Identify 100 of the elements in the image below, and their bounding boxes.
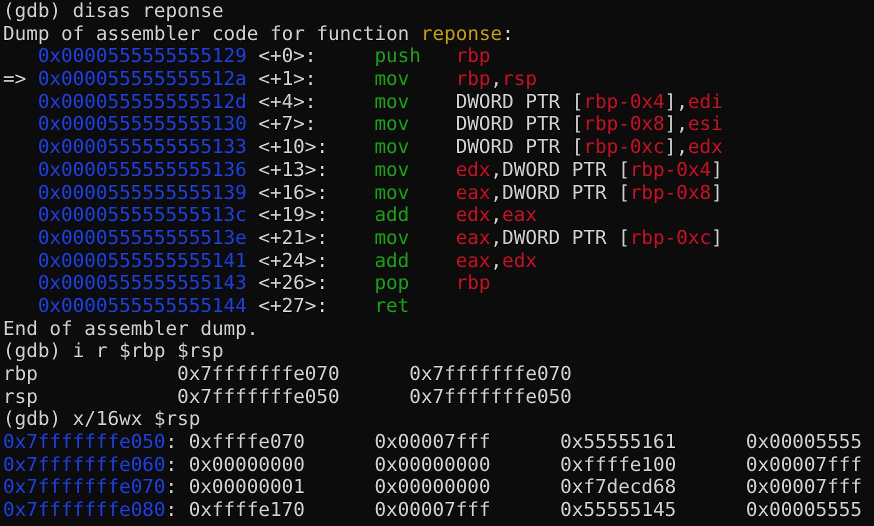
address-text: 0x7fffffffe070 (3, 475, 166, 498)
operand-text: ,DWORD PTR [ (490, 158, 630, 181)
operand-text: ] (711, 180, 723, 204)
operand-text: DWORD PTR [ (456, 135, 584, 158)
memory-word: 0x55555161 (560, 430, 676, 454)
memory-word: 0x00000000 (374, 452, 491, 476)
operand-text: ] (711, 158, 723, 181)
register-value: 0x7fffffffe050 (177, 384, 340, 408)
register-operand: edx (502, 248, 537, 272)
offset-text: <+7>: (258, 112, 316, 136)
offset-text: <+10>: (258, 135, 328, 158)
operand-text: , (490, 248, 502, 272)
terminal-text: (gdb) x/16wx $rsp (3, 407, 200, 430)
address-text: 0x7fffffffe050 (3, 430, 166, 454)
memory-word: 0x55555145 (560, 498, 676, 522)
address-text: 0x0000555555555133 (38, 135, 247, 158)
operand-text: , (490, 67, 502, 90)
memory-word: 0xffffe170 (188, 498, 305, 522)
address-text: 0x0000555555555139 (38, 180, 247, 204)
address-text: 0x0000555555555143 (38, 271, 247, 294)
mnemonic-text: pop (374, 271, 410, 294)
mnemonic-text: mov (374, 180, 410, 204)
address-text: 0x000055555555513e (38, 226, 247, 249)
memory-word: 0x00000000 (188, 452, 305, 476)
operand-text: , (490, 203, 502, 226)
memory-word: 0x00005555 (746, 498, 862, 522)
offset-text: <+21>: (258, 226, 328, 249)
register-value: 0x7fffffffe070 (177, 362, 340, 385)
function-name: reponse (420, 22, 502, 45)
address-text: 0x7fffffffe080 (3, 498, 166, 522)
offset-text: <+19>: (258, 203, 328, 226)
register-operand: rbp (456, 44, 491, 68)
mnemonic-text: push (374, 44, 421, 68)
terminal-text: (gdb) i r $rbp $rsp (3, 339, 224, 362)
register-operand: rbp-0xc (630, 226, 712, 249)
mnemonic-text: mov (374, 90, 410, 113)
terminal-text: : (502, 22, 514, 45)
offset-text: <+27>: (258, 294, 328, 317)
mnemonic-text: mov (374, 112, 410, 136)
address-text: 0x7fffffffe060 (3, 452, 166, 476)
mnemonic-text: mov (374, 67, 410, 90)
memory-word: 0xffffe100 (560, 452, 676, 476)
memory-word: 0x00007fff (746, 475, 862, 498)
operand-text: ,DWORD PTR [ (490, 180, 630, 204)
address-text: 0x0000555555555141 (38, 248, 247, 272)
separator-text: : (166, 452, 178, 476)
memory-word: 0x00000000 (374, 475, 491, 498)
register-operand: esi (688, 112, 723, 136)
address-text: 0x0000555555555136 (38, 158, 247, 181)
register-operand: edx (456, 203, 491, 226)
register-operand: rbp-0x8 (583, 112, 665, 136)
register-value: 0x7fffffffe050 (409, 384, 572, 408)
mnemonic-text: mov (374, 226, 410, 249)
register-value: 0x7fffffffe070 (409, 362, 572, 385)
address-text: 0x000055555555512d (38, 90, 247, 113)
terminal-text: Dump of assembler code for function (3, 22, 410, 45)
operand-text: ,DWORD PTR [ (490, 226, 630, 249)
memory-word: 0xffffe070 (188, 430, 305, 454)
operand-text: ], (664, 112, 688, 136)
operand-text: ], (664, 90, 688, 113)
memory-word: 0x00000001 (188, 475, 305, 498)
operand-text: ], (664, 135, 688, 158)
terminal-text: End of assembler dump. (3, 316, 258, 340)
separator-text: : (166, 475, 178, 498)
address-text: 0x0000555555555144 (38, 294, 247, 317)
memory-word: 0x00007fff (746, 452, 862, 476)
mnemonic-text: add (374, 203, 410, 226)
memory-word: 0xf7decd68 (560, 475, 676, 498)
address-text: 0x0000555555555129 (38, 44, 247, 68)
operand-text: DWORD PTR [ (456, 112, 584, 136)
offset-text: <+24>: (258, 248, 328, 272)
offset-text: <+16>: (258, 180, 328, 204)
operand-text: ] (711, 226, 723, 249)
register-operand: rbp (456, 271, 491, 294)
mnemonic-text: add (374, 248, 410, 272)
register-operand: rbp-0x4 (630, 158, 712, 181)
mnemonic-text: ret (374, 294, 410, 317)
current-instruction-marker: => (3, 67, 26, 90)
mnemonic-text: mov (374, 135, 410, 158)
register-operand: eax (456, 180, 491, 204)
offset-text: <+1>: (258, 67, 316, 90)
register-operand: rbp-0x8 (630, 180, 712, 204)
register-operand: eax (456, 226, 491, 249)
terminal-text: (gdb) disas reponse (3, 0, 224, 22)
memory-word: 0x00007fff (374, 498, 491, 522)
address-text: 0x000055555555512a (38, 67, 247, 90)
memory-word: 0x00007fff (374, 430, 491, 454)
separator-text: : (166, 498, 178, 522)
register-name: rbp (3, 362, 38, 385)
register-operand: rsp (502, 67, 537, 90)
address-text: 0x000055555555513c (38, 203, 247, 226)
offset-text: <+0>: (258, 44, 316, 68)
register-operand: rbp (456, 67, 491, 90)
register-operand: rbp-0xc (583, 135, 665, 158)
register-operand: edi (688, 90, 723, 113)
separator-text: : (166, 430, 178, 454)
address-text: 0x0000555555555130 (38, 112, 247, 136)
register-operand: eax (502, 203, 537, 226)
offset-text: <+26>: (258, 271, 328, 294)
memory-word: 0x00005555 (746, 430, 862, 454)
